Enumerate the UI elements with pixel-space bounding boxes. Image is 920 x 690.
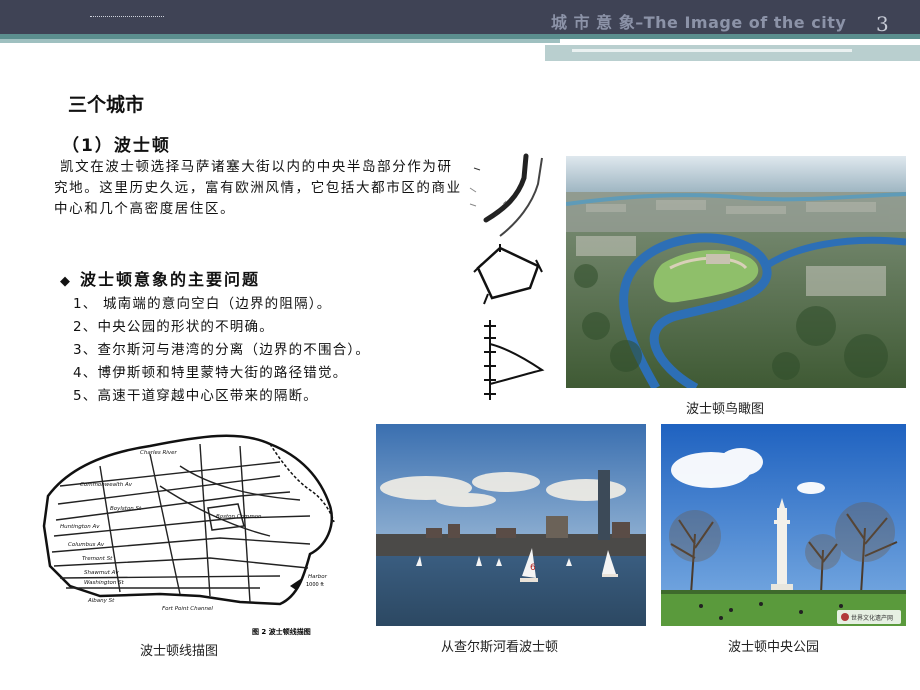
sketch-edge-icon: ~~~~ (469, 153, 543, 237)
map-label: Albany St (87, 598, 115, 604)
map-label: Commonwealth Av (80, 482, 133, 488)
header-stripe (572, 49, 852, 52)
watermark-text: 世界文化遗产网 (851, 614, 893, 622)
list-item: 1、 城南端的意向空白（边界的阻隔）。 (73, 296, 332, 312)
page-number: 3 (876, 12, 889, 36)
header-stripe (0, 39, 560, 43)
slide-header: 城 市 意 象–The Image of the city 3 (0, 0, 920, 62)
image-element-aerial (566, 156, 906, 388)
image-element-sketches: ~~~~ (466, 148, 550, 408)
map-label: Columbus Av (68, 542, 105, 548)
image-element-line-map: Charles River Commonwealth Av Boylston S… (40, 426, 346, 636)
svg-text:6: 6 (530, 563, 536, 573)
intro-paragraph: 凯文在波士顿选择马萨诸塞大街以内的中央半岛部分作为研究地。这里历史久远，富有欧洲… (54, 159, 462, 217)
image-element-boston-common: 世界文化遗产网 (661, 424, 906, 626)
list-item: 3、查尔斯河与港湾的分离（边界的不围合）。 (73, 342, 371, 358)
caption-charles-river: 从查尔斯河看波士顿 (441, 640, 559, 655)
map-figure-label: 图 2 波士顿线描图 (252, 627, 311, 636)
caption-boston-common: 波士顿中央公园 (728, 640, 820, 655)
map-label: Tremont St (82, 556, 113, 562)
caption-line-map: 波士顿线描图 (140, 644, 219, 659)
issues-heading: ◆ 波士顿意象的主要问题 (60, 266, 260, 290)
section-title: 三个城市 (68, 94, 145, 116)
map-label: Fort Point Channel (162, 606, 213, 612)
map-label: Huntington Av (60, 524, 100, 530)
header-decoration (90, 16, 164, 17)
header-stripe (545, 45, 920, 61)
list-item: 2、中央公园的形状的不明确。 (73, 319, 274, 335)
map-label: Charles River (140, 450, 177, 456)
subsection-title: （1）波士顿 (62, 136, 171, 156)
list-item: 5、高速干道穿越中心区带来的隔断。 (73, 388, 318, 404)
map-label: Boston Common (216, 514, 262, 520)
caption-aerial: 波士顿鸟瞰图 (686, 402, 765, 417)
issues-list: 1、 城南端的意向空白（边界的阻隔）。 2、中央公园的形状的不明确。 3、查尔斯… (73, 293, 370, 408)
map-label: Boylston St (110, 506, 142, 512)
issues-heading-text: 波士顿意象的主要问题 (80, 270, 261, 289)
svg-text:~~~~: ~~~~ (492, 199, 509, 219)
slide-title: 城 市 意 象–The Image of the city (551, 13, 847, 32)
svg-text:1000 ft: 1000 ft (306, 582, 324, 588)
image-element-charles-river: 6 (376, 424, 646, 626)
sketch-boundary-icon (484, 320, 545, 400)
map-label: Washington St (84, 580, 125, 586)
sketch-district-icon (473, 244, 543, 305)
map-label: Harbor (308, 574, 328, 580)
diamond-bullet-icon: ◆ (60, 274, 72, 289)
list-item: 4、博伊斯顿和特里蒙特大街的路径错觉。 (73, 365, 348, 381)
map-label: Shawmut Av (84, 570, 119, 576)
